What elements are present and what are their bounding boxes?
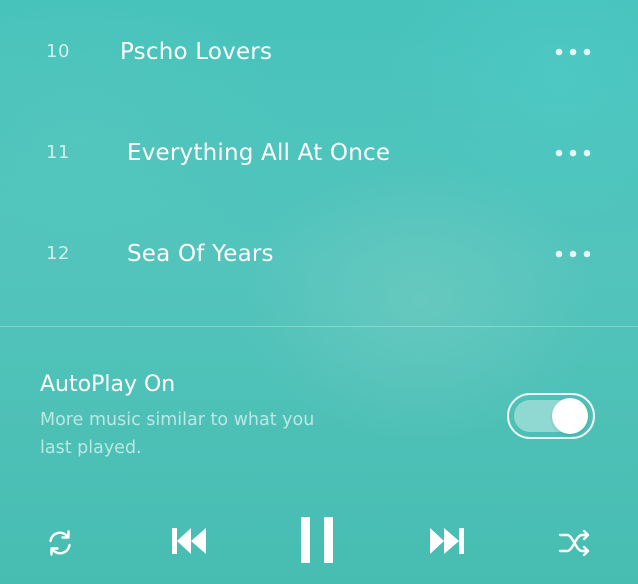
ellipsis-icon bbox=[555, 48, 591, 56]
track-title: Pscho Lovers bbox=[120, 39, 273, 65]
track-number: 10 bbox=[46, 41, 70, 62]
shuffle-button[interactable] bbox=[555, 523, 595, 563]
repeat-button[interactable] bbox=[40, 523, 80, 563]
track-title: Everything All At Once bbox=[127, 140, 391, 166]
repeat-icon bbox=[45, 528, 75, 558]
more-options-button[interactable] bbox=[548, 239, 598, 269]
background bbox=[0, 0, 638, 584]
autoplay-title: AutoPlay On bbox=[40, 372, 176, 397]
track-row[interactable]: 12 Sea Of Years bbox=[0, 224, 638, 284]
previous-button[interactable] bbox=[166, 521, 212, 561]
ellipsis-icon bbox=[555, 250, 591, 258]
track-number: 11 bbox=[46, 142, 70, 163]
pause-button[interactable] bbox=[293, 514, 341, 566]
skip-next-icon bbox=[428, 527, 466, 555]
skip-previous-icon bbox=[170, 527, 208, 555]
track-title: Sea Of Years bbox=[127, 241, 274, 267]
pause-icon bbox=[299, 516, 335, 564]
autoplay-toggle[interactable] bbox=[507, 393, 595, 439]
track-number: 12 bbox=[46, 243, 70, 264]
more-options-button[interactable] bbox=[548, 37, 598, 67]
track-row[interactable]: 10 Pscho Lovers bbox=[0, 22, 638, 82]
more-options-button[interactable] bbox=[548, 138, 598, 168]
shuffle-icon bbox=[558, 530, 592, 556]
track-row[interactable]: 11 Everything All At Once bbox=[0, 123, 638, 183]
autoplay-description: More music similar to what you last play… bbox=[40, 410, 315, 458]
section-divider bbox=[0, 326, 638, 327]
ellipsis-icon bbox=[555, 149, 591, 157]
toggle-knob bbox=[552, 398, 588, 434]
next-button[interactable] bbox=[424, 521, 470, 561]
